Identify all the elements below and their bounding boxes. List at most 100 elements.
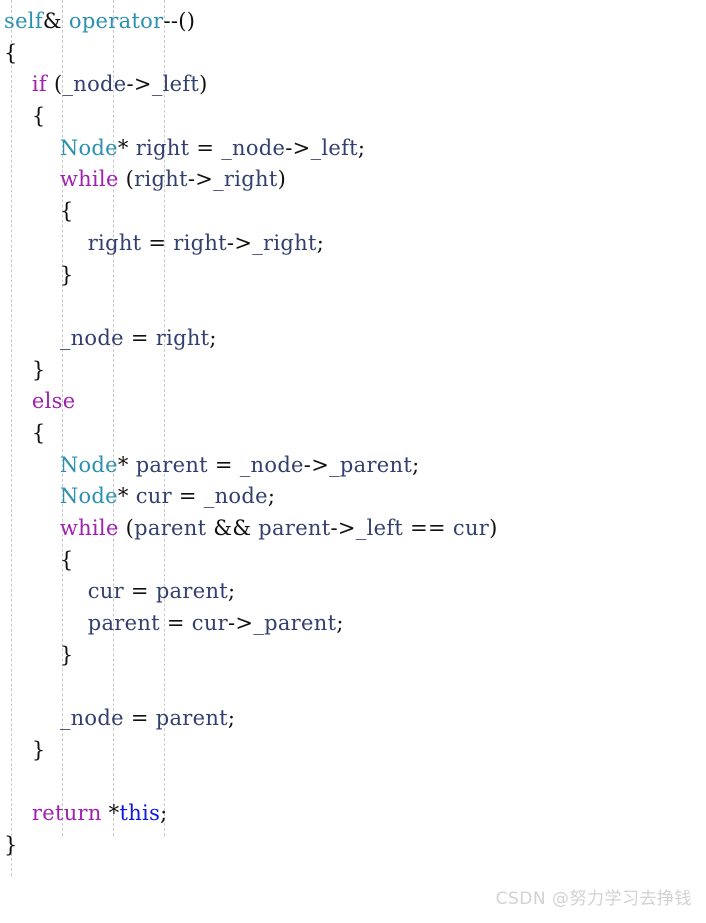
code-line: if (_node->_left) bbox=[0, 69, 706, 101]
code-token-id: right bbox=[173, 230, 227, 255]
csdn-watermark: CSDN @努力学习去挣钱 bbox=[495, 889, 692, 909]
code-token-pun: = bbox=[189, 135, 222, 160]
code-line: { bbox=[0, 38, 706, 70]
code-token-pun: } bbox=[31, 357, 46, 382]
code-token-pun: ( bbox=[118, 167, 135, 192]
code-token-id: right bbox=[87, 230, 142, 255]
code-line: } bbox=[0, 260, 706, 292]
code-token-pun: ; bbox=[228, 579, 236, 604]
code-token-pun: = bbox=[141, 230, 174, 255]
code-line: cur = parent; bbox=[0, 576, 706, 608]
code-token-id: right bbox=[155, 325, 210, 350]
code-token-pun: * bbox=[117, 484, 136, 509]
code-token-pun: } bbox=[4, 832, 18, 857]
code-token-pun: { bbox=[59, 199, 74, 224]
code-token-pun: -> bbox=[228, 611, 254, 636]
code-line: { bbox=[0, 545, 706, 577]
code-line: { bbox=[0, 418, 706, 450]
code-lines: self& operator--(){ if (_node->_left) { … bbox=[0, 6, 706, 862]
code-snippet: self& operator--(){ if (_node->_left) { … bbox=[0, 0, 706, 923]
code-token-id: parent bbox=[258, 516, 331, 540]
code-token-pun: } bbox=[59, 642, 74, 667]
code-line: else bbox=[0, 386, 706, 418]
code-token-id: _parent bbox=[329, 452, 413, 477]
code-token-kw: while bbox=[59, 167, 119, 192]
code-token-id: cur bbox=[191, 611, 229, 636]
code-line: while (right->_right) bbox=[0, 164, 706, 196]
code-token-typ: Node bbox=[59, 135, 118, 160]
code-token-pun: * bbox=[117, 135, 136, 160]
code-token-pun: = bbox=[123, 706, 156, 731]
code-line: } bbox=[0, 735, 706, 767]
code-token-pun: } bbox=[31, 737, 46, 762]
code-line: Node* parent = _node->_parent; bbox=[0, 450, 706, 482]
code-token-pun: { bbox=[59, 547, 74, 572]
code-token-pun: ; bbox=[160, 801, 168, 826]
code-token-pun: && bbox=[206, 516, 259, 540]
code-token-typ: Node bbox=[59, 452, 118, 477]
code-line: _node = parent; bbox=[0, 703, 706, 735]
code-token-id: cur bbox=[135, 484, 172, 509]
code-token-pun: { bbox=[31, 104, 46, 129]
code-token-id: parent bbox=[134, 516, 207, 540]
code-token-pun: ; bbox=[227, 706, 236, 731]
code-token-pun: ( bbox=[118, 516, 135, 540]
code-token-pun: = bbox=[123, 579, 156, 604]
code-token-pun: { bbox=[4, 40, 18, 65]
code-token-id: cur bbox=[452, 516, 490, 540]
code-token-id: _node bbox=[59, 325, 124, 350]
code-token-typ: Node bbox=[59, 484, 118, 509]
code-line: { bbox=[0, 101, 706, 133]
code-line: { bbox=[0, 196, 706, 228]
code-token-pun: ( bbox=[47, 72, 63, 97]
code-token-pun: ) bbox=[489, 516, 498, 540]
code-token-id: cur bbox=[87, 579, 124, 604]
code-token-pun: ; bbox=[412, 452, 420, 477]
code-token-pun: -> bbox=[126, 72, 152, 97]
code-token-id: _left bbox=[310, 135, 358, 160]
code-token-id: _right bbox=[252, 230, 317, 255]
code-token-kw: while bbox=[59, 516, 119, 540]
code-token-pun: ; bbox=[357, 135, 366, 160]
code-token-id: parent bbox=[87, 611, 160, 636]
code-token-this: this bbox=[119, 801, 161, 826]
code-token-id: right bbox=[134, 167, 188, 192]
code-line: return *this; bbox=[0, 798, 706, 830]
code-line: self& operator--() bbox=[0, 6, 706, 38]
code-token-id: _right bbox=[213, 167, 278, 192]
code-token-id: parent bbox=[155, 579, 229, 604]
code-token-pun: -> bbox=[330, 516, 356, 540]
code-token-pun: = bbox=[171, 484, 204, 509]
code-token-pun: & bbox=[42, 9, 69, 33]
code-token-pun: == bbox=[403, 516, 453, 540]
code-token-pun: --() bbox=[163, 9, 196, 33]
code-line: parent = cur->_parent; bbox=[0, 608, 706, 640]
code-token-id: _node bbox=[221, 135, 286, 160]
code-token-pun: = bbox=[159, 611, 192, 636]
code-line: } bbox=[0, 830, 706, 862]
code-token-pun: ; bbox=[336, 611, 344, 636]
code-token-id: right bbox=[135, 135, 190, 160]
code-token-pun: = bbox=[123, 325, 156, 350]
code-token-pun: ) bbox=[277, 167, 287, 192]
code-token-pun: ) bbox=[199, 72, 208, 97]
